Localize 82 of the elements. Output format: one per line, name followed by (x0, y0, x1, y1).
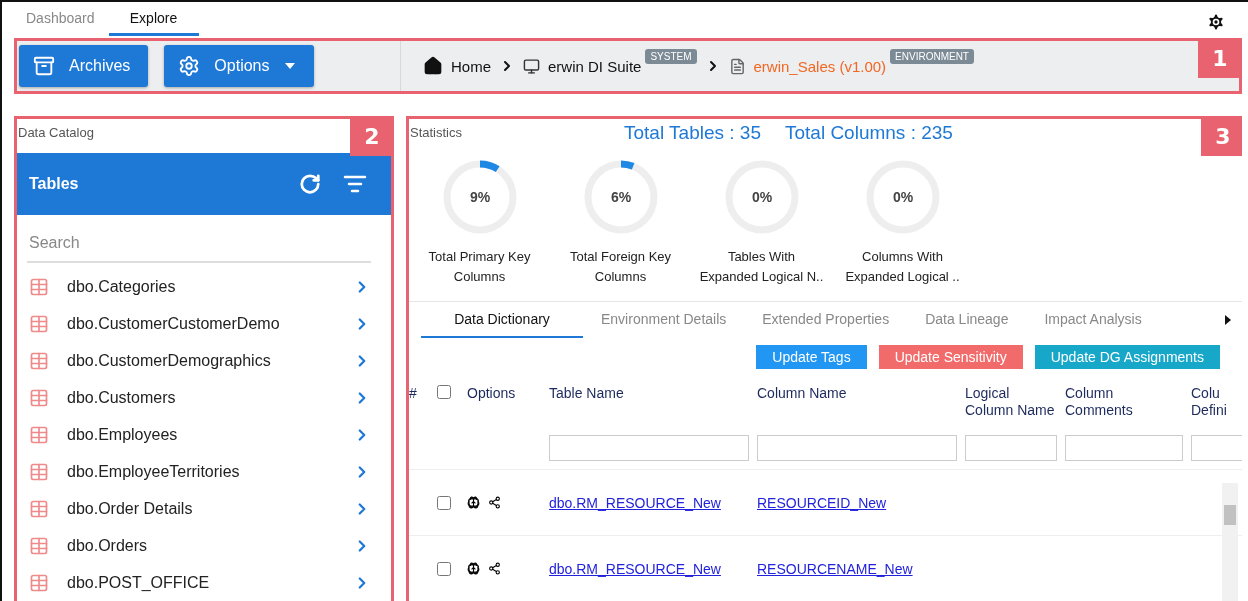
table-list-item[interactable]: dbo.Order Details (17, 490, 391, 527)
row-checkbox[interactable] (437, 495, 451, 510)
column-header: Column Name (757, 384, 848, 403)
table-name: dbo.Categories (66, 277, 177, 296)
document-icon (728, 57, 746, 75)
breadcrumb-link[interactable]: Home (451, 57, 491, 75)
archives-button[interactable]: Archives (19, 45, 149, 87)
filter-field[interactable] (757, 435, 957, 461)
home-icon (423, 56, 443, 76)
callout-number: 1 (1198, 38, 1242, 78)
table-list-item[interactable]: dbo.POST_OFFICE (17, 564, 391, 601)
filter-field[interactable] (549, 435, 749, 461)
column-header: Colu Defini (1191, 384, 1228, 420)
table-icon (29, 313, 49, 334)
detail-tab[interactable]: Data Lineage (907, 301, 1027, 338)
panel-title: Data Catalog (17, 124, 94, 142)
filter-field[interactable] (1191, 435, 1242, 461)
table-icon (29, 276, 49, 297)
table-name: dbo.CustomerCustomerDemo (66, 314, 281, 333)
row-checkbox[interactable] (437, 561, 451, 576)
table-icon (29, 350, 49, 371)
table-list-item[interactable]: dbo.CustomerDemographics (17, 342, 391, 379)
total-count: Total Columns : 235 (785, 122, 953, 144)
table-link[interactable]: dbo.RM_RESOURCE_New (549, 494, 721, 511)
table-name: dbo.Employees (66, 425, 179, 444)
breadcrumb-link[interactable]: erwin DI Suite (548, 57, 642, 75)
detail-tab[interactable]: Data Dictionary (421, 301, 583, 338)
detail-tab[interactable]: Environment Details (583, 301, 745, 338)
table-name: dbo.Customers (66, 388, 177, 407)
header-title: Tables (29, 175, 80, 194)
filter-field[interactable] (965, 435, 1057, 461)
options-dropdown-button[interactable]: Options (164, 45, 314, 87)
gauge-label: Total Foreign Key Columns (569, 248, 672, 286)
table-icon (29, 461, 49, 482)
table-name: dbo.POST_OFFICE (66, 573, 211, 592)
table-icon (29, 424, 49, 445)
table-icon (29, 572, 49, 593)
gauge-label: Total Primary Key Columns (428, 248, 531, 286)
share-icon[interactable] (488, 496, 501, 509)
table-list-item[interactable]: dbo.Customers (17, 379, 391, 416)
table-link[interactable]: dbo.RM_RESOURCE_New (549, 560, 721, 577)
gear-icon (178, 55, 201, 77)
table-list-item[interactable]: dbo.Categories (17, 268, 391, 305)
total-count: Total Tables : 35 (624, 122, 761, 144)
top-tab[interactable]: Dashboard (12, 6, 109, 36)
table-icon (29, 535, 49, 556)
column-header: Logical Column Name (965, 384, 1056, 420)
table-list-item[interactable]: dbo.EmployeeTerritories (17, 453, 391, 490)
table-icon (29, 498, 49, 519)
share-icon[interactable] (488, 562, 501, 575)
column-link[interactable]: RESOURCEID_New (757, 494, 887, 511)
column-header: # (409, 384, 418, 403)
callout-number: 2 (350, 119, 391, 156)
detail-tab[interactable]: Extended Properties (744, 301, 908, 338)
scrollbar[interactable] (1222, 483, 1238, 601)
panel-title: Statistics (409, 124, 462, 142)
column-header: Table Name (549, 384, 625, 403)
gauge-label: Tables With Expanded Logical N.. (699, 248, 824, 286)
table-list-item[interactable]: dbo.CustomerCustomerDemo (17, 305, 391, 342)
column-link[interactable]: RESOURCENAME_New (757, 560, 913, 577)
gauge-label: Columns With Expanded Logical .. (845, 248, 960, 286)
table-name: dbo.Order Details (66, 499, 194, 518)
refresh-icon[interactable] (299, 173, 321, 196)
detail-tab[interactable]: Impact Analysis (1026, 301, 1160, 338)
settings-icon[interactable] (1206, 12, 1226, 32)
table-name: dbo.Orders (66, 536, 149, 555)
badge: ENVIRONMENT (890, 49, 974, 64)
table-list-item[interactable]: dbo.Employees (17, 416, 391, 453)
brain-icon[interactable] (467, 496, 480, 509)
archive-icon (33, 55, 55, 77)
column-header: Column Comments (1065, 384, 1134, 420)
table-icon (29, 387, 49, 408)
badge: SYSTEM (645, 49, 697, 64)
brain-icon[interactable] (467, 562, 480, 575)
monitor-icon (523, 57, 540, 75)
table-list-item[interactable]: dbo.Orders (17, 527, 391, 564)
callout-number: 3 (1201, 119, 1242, 156)
table-name: dbo.CustomerDemographics (66, 351, 272, 370)
filter-field[interactable] (1065, 435, 1183, 461)
table-name: dbo.EmployeeTerritories (66, 462, 241, 481)
column-header: Options (467, 384, 517, 403)
select-all-checkbox[interactable] (437, 385, 451, 399)
